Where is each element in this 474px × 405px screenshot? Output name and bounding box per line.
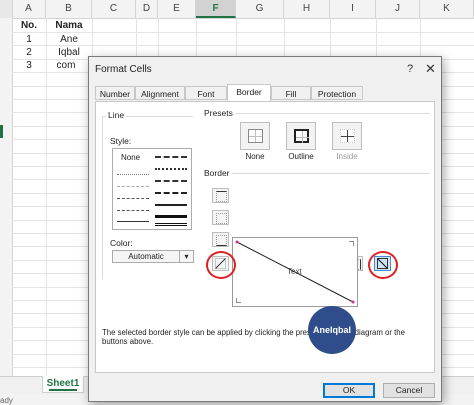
chevron-down-icon[interactable]: ▾ — [179, 251, 193, 262]
border-preview[interactable]: Text — [232, 237, 358, 307]
preview-text: Text — [287, 267, 302, 276]
preset-none-button[interactable] — [240, 122, 270, 150]
cell-b4[interactable]: com — [46, 59, 86, 72]
column-header-e[interactable]: E — [158, 0, 196, 18]
column-header-j[interactable]: J — [376, 0, 420, 18]
line-style-double[interactable] — [155, 223, 187, 227]
close-icon[interactable]: ✕ — [425, 61, 436, 77]
preset-none-label: None — [245, 152, 265, 161]
column-header-i[interactable]: I — [330, 0, 376, 18]
preview-corner-tr — [349, 241, 354, 246]
preset-none-icon — [248, 129, 263, 143]
grid-column-line — [46, 18, 47, 378]
highlight-ring-diagonal-down — [368, 251, 398, 279]
border-bottom-button[interactable] — [212, 232, 229, 247]
preset-inside-icon — [340, 129, 355, 143]
line-style-list[interactable]: None — [112, 148, 192, 230]
preview-corner-bl — [236, 298, 241, 303]
cell-a1[interactable]: No. — [12, 19, 46, 32]
cell-b1[interactable]: Nama — [46, 19, 92, 32]
tab-font[interactable]: Font — [185, 86, 227, 100]
column-header-g[interactable]: G — [236, 0, 284, 18]
highlight-ring-diagonal-up — [206, 251, 236, 279]
preset-inside-label: Inside — [336, 152, 358, 161]
line-style-dash-dot-dot[interactable] — [117, 198, 149, 200]
tab-number[interactable]: Number — [95, 86, 135, 100]
format-cells-dialog: Format Cells ? ✕ Number Alignment Font B… — [88, 56, 442, 402]
line-group: Line Style: None Color: Automatic ▾ — [102, 110, 196, 280]
ok-button[interactable]: OK — [323, 383, 375, 398]
tab-border[interactable]: Border — [227, 84, 271, 101]
help-icon[interactable]: ? — [407, 63, 413, 75]
dialog-title: Format Cells — [95, 64, 152, 75]
watermark-logo: AneIqbal — [308, 306, 356, 354]
color-label: Color: — [110, 238, 133, 248]
border-middle-horizontal-icon — [216, 213, 227, 224]
tab-alignment[interactable]: Alignment — [135, 86, 185, 100]
border-bottom-icon — [216, 235, 227, 246]
line-style-medium-dash-dot-dot[interactable] — [155, 156, 187, 159]
column-header-row: A B C D E F G H I J K — [0, 0, 474, 19]
line-style-dash-dot[interactable] — [117, 210, 149, 212]
column-header-b[interactable]: B — [46, 0, 92, 18]
cell-b3[interactable]: Iqbal — [46, 46, 92, 59]
cell-a4[interactable]: 3 — [12, 59, 46, 72]
column-header-a[interactable]: A — [12, 0, 46, 18]
active-row-marker — [0, 125, 3, 138]
color-value: Automatic — [128, 252, 164, 261]
line-style-hair[interactable] — [117, 186, 149, 188]
style-label: Style: — [110, 136, 132, 146]
line-style-medium-dashed[interactable] — [155, 192, 187, 195]
tab-protection[interactable]: Protection — [311, 86, 363, 100]
border-tab-panel: Line Style: None Color: Automatic ▾ Pres… — [95, 101, 435, 373]
tab-fill[interactable]: Fill — [271, 86, 311, 100]
presets-label: Presets — [204, 108, 233, 118]
column-header-h[interactable]: H — [284, 0, 330, 18]
line-style-none[interactable]: None — [121, 153, 140, 162]
status-text: ady — [0, 396, 13, 405]
column-header-k[interactable]: K — [420, 0, 474, 18]
border-top-button[interactable] — [212, 188, 229, 203]
preset-outline-label: Outline — [288, 152, 314, 161]
preset-outline-icon — [294, 129, 309, 143]
border-divider — [232, 173, 430, 174]
line-style-medium[interactable] — [155, 204, 187, 207]
line-style-medium-dash-dot[interactable] — [155, 180, 187, 183]
cell-a3[interactable]: 2 — [12, 46, 46, 59]
column-header-f[interactable]: F — [196, 0, 236, 18]
line-style-thin[interactable] — [117, 221, 149, 223]
column-header-c[interactable]: C — [92, 0, 136, 18]
border-group-label: Border — [204, 168, 230, 178]
line-group-label: Line — [106, 110, 127, 120]
line-style-thick[interactable] — [155, 215, 187, 219]
cell-b2[interactable]: Ane — [46, 33, 92, 46]
preset-inside-button — [332, 122, 362, 150]
line-style-dotted[interactable] — [117, 174, 149, 176]
presets-divider — [236, 113, 430, 114]
sheet-tab[interactable]: Sheet1 — [42, 376, 84, 393]
cell-a2[interactable]: 1 — [12, 33, 46, 46]
column-header-d[interactable]: D — [136, 0, 158, 18]
color-dropdown[interactable]: Automatic ▾ — [112, 250, 194, 263]
border-top-icon — [216, 191, 227, 202]
hint-text: The selected border style can be applied… — [102, 328, 405, 346]
line-style-slanted[interactable] — [155, 168, 187, 171]
preset-outline-button[interactable] — [286, 122, 316, 150]
cancel-button[interactable]: Cancel — [383, 383, 435, 398]
border-middle-horizontal-button[interactable] — [212, 210, 229, 225]
